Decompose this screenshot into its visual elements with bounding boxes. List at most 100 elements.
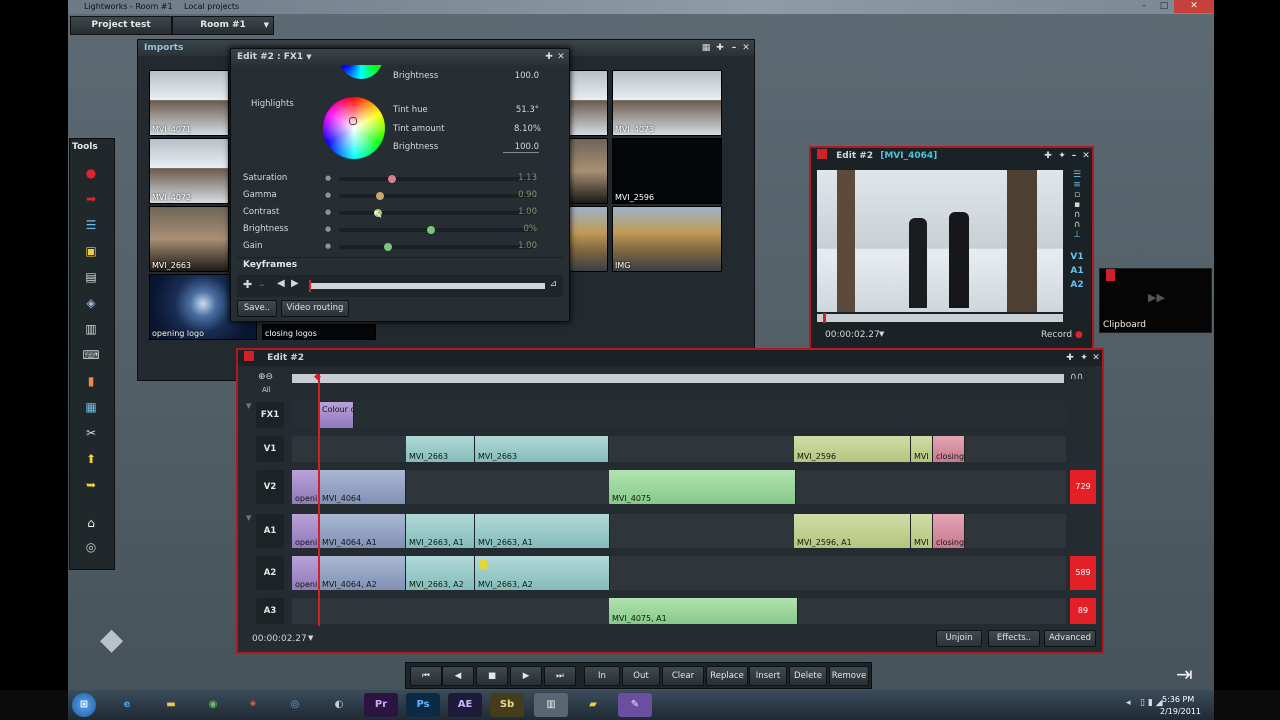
keyframe-dot-icon[interactable]: ● [325,225,331,233]
fx-row-value[interactable]: 1.00 [518,241,537,251]
printer-icon[interactable]: ▥ [80,321,102,338]
tint-amount-value[interactable]: 8.10% [503,124,541,134]
clip-a1-mvi4064[interactable]: MVI_4064, A1 [319,514,406,548]
photoshop-icon[interactable]: Ps [406,693,440,717]
clip-a1-mvi[interactable]: MVI [911,514,933,548]
soundbooth-icon[interactable]: Sb [490,693,524,717]
brightness2-value[interactable]: 100.0 [503,142,539,153]
start-icon[interactable]: ⊞ [72,693,96,717]
tint-hue-value[interactable]: 51.3° [503,105,539,115]
slider-knob[interactable] [388,175,396,183]
chevron-down-icon[interactable]: ▼ [306,53,311,61]
clip-v2-mvi4064[interactable]: MVI_4064 [319,470,406,504]
home-icon[interactable]: ⌂ [80,515,102,532]
square-icon[interactable]: ▫ [1067,190,1087,200]
keyframe-dot-icon[interactable]: ● [325,174,331,182]
viewer-track-a2[interactable]: A2 [1067,280,1087,290]
pin-icon[interactable]: ✦ [1056,148,1068,164]
stop-icon[interactable]: ■ [476,666,508,686]
clipboard-panel[interactable]: ▶▶ Clipboard [1099,268,1212,333]
room-button[interactable]: Room #1 ▼ [172,16,274,35]
tray-arrow-icon[interactable]: ◂ [1126,698,1131,708]
close-viewer-icon[interactable]: ✕ [1080,148,1092,164]
unjoin-button[interactable]: Unjoin [936,630,982,647]
clip-a2-opening[interactable]: openi [292,556,319,590]
project-button[interactable]: Project test [70,16,172,35]
slider-knob[interactable] [376,192,384,200]
record-label[interactable]: Record [1041,330,1072,340]
clear-button[interactable]: Clear [662,666,704,686]
out-button[interactable]: Out [622,666,660,686]
in-button[interactable]: In [584,666,620,686]
minimize-panel-icon[interactable]: – [728,40,740,56]
track-a3[interactable]: MVI_4075, A1 [292,598,1066,624]
all-label[interactable]: All [262,386,271,394]
timeline-playhead[interactable] [318,374,320,626]
loop2-icon[interactable]: ∩ [1067,220,1087,230]
fingerprint-icon[interactable]: ◎ [80,539,102,556]
edit-icon[interactable]: ▤ [80,269,102,286]
fx-slider[interactable] [339,192,534,200]
marker-icon[interactable] [479,560,487,569]
track-v1[interactable]: MVI_2663 MVI_2663 MVI_2596 MVI closing [292,436,1066,462]
thumb-partial-2[interactable] [568,138,608,204]
track-v2-label[interactable]: V2 [256,470,284,504]
top-brightness-value[interactable]: 100.0 [503,71,539,81]
remove-keyframe-icon[interactable]: – [259,278,265,291]
thumb-mvi-4071[interactable]: MVI_4071 [149,70,229,136]
add-keyframe-icon[interactable]: ✚ [243,278,252,291]
fx-slider[interactable] [339,175,534,183]
bins-icon[interactable]: ☰ [80,217,102,234]
folder-icon[interactable]: ▣ [80,243,102,260]
next-keyframe-icon[interactable]: ▶ [291,278,299,289]
clip-v1-mvi[interactable]: MVI [911,436,933,462]
list-icon[interactable]: ☰ [1067,170,1087,180]
insert-button[interactable]: Insert [749,666,787,686]
video-routing-button[interactable]: Video routing [281,300,349,317]
link-icon[interactable]: ✚ [1042,148,1054,164]
explorer-icon[interactable]: ▬ [154,693,188,717]
thumb-partial-3[interactable] [568,206,608,272]
thumb-mvi-4072[interactable]: MVI_4072 [149,138,229,204]
track-a1[interactable]: openi MVI_4064, A1 MVI_2663, A1 MVI_2663… [292,514,1066,548]
thumb-img[interactable]: IMG [612,206,722,272]
clip-a2-mvi4064[interactable]: MVI_4064, A2 [319,556,406,590]
track-v1-label[interactable]: V1 [256,436,284,462]
chevron-down-icon[interactable]: ▼ [879,330,884,338]
clip-v2-mvi4075[interactable]: MVI_4075 [609,470,796,504]
aftereffects-icon[interactable]: AE [448,693,482,717]
thumb-mvi-4073[interactable]: MVI_4073 [612,70,722,136]
remove-button[interactable]: Remove [829,666,869,686]
grid-view-icon[interactable]: ▦ [700,40,712,56]
clip-a1-mvi2663b[interactable]: MVI_2663, A1 [475,514,610,548]
pin-icon[interactable]: ✚ [714,40,726,56]
track-v2[interactable]: openi MVI_4064 MVI_4075 [292,470,1066,504]
book-icon[interactable]: ▰ [576,693,610,717]
fx-row-value[interactable]: 1.13 [518,173,537,183]
link-icon[interactable]: ✚ [1064,350,1076,366]
ie-icon[interactable]: e [110,693,144,717]
highlights-color-wheel[interactable] [323,97,385,159]
clip-a3-mvi4075[interactable]: MVI_4075, A1 [609,598,798,624]
clock-date[interactable]: 2/19/2011 [1160,707,1201,716]
zoom-icon[interactable]: ⊕⊖ [258,372,273,382]
thumb-mvi-2663[interactable]: MVI_2663 [149,206,229,272]
track-a3-label[interactable]: A3 [256,598,284,624]
slider-knob[interactable] [384,243,392,251]
delete-button[interactable]: Delete [789,666,827,686]
clip-v1-mvi2596[interactable]: MVI_2596 [794,436,911,462]
viewer-track-a1[interactable]: A1 [1067,266,1087,276]
pen-icon[interactable]: ✎ [618,693,652,717]
fx-slider[interactable] [339,226,534,234]
clip-a1-opening[interactable]: openi [292,514,319,548]
loop-icon[interactable]: ∩∩ [1070,372,1083,382]
track-fx1-label[interactable]: FX1 [256,402,284,428]
track-fx1[interactable]: Colour c [292,402,1066,428]
clip-v1-mvi2663[interactable]: MVI_2663 [406,436,475,462]
clip-a2-mvi2663[interactable]: MVI_2663, A2 [406,556,475,590]
thumb-mvi-2596[interactable]: MVI_2596 [612,138,722,204]
loop-icon[interactable]: ∩ [1067,210,1087,220]
keyframe-dot-icon[interactable]: ● [325,242,331,250]
calculator-icon[interactable]: ▦ [80,399,102,416]
minimize-icon[interactable]: – [1134,0,1154,13]
